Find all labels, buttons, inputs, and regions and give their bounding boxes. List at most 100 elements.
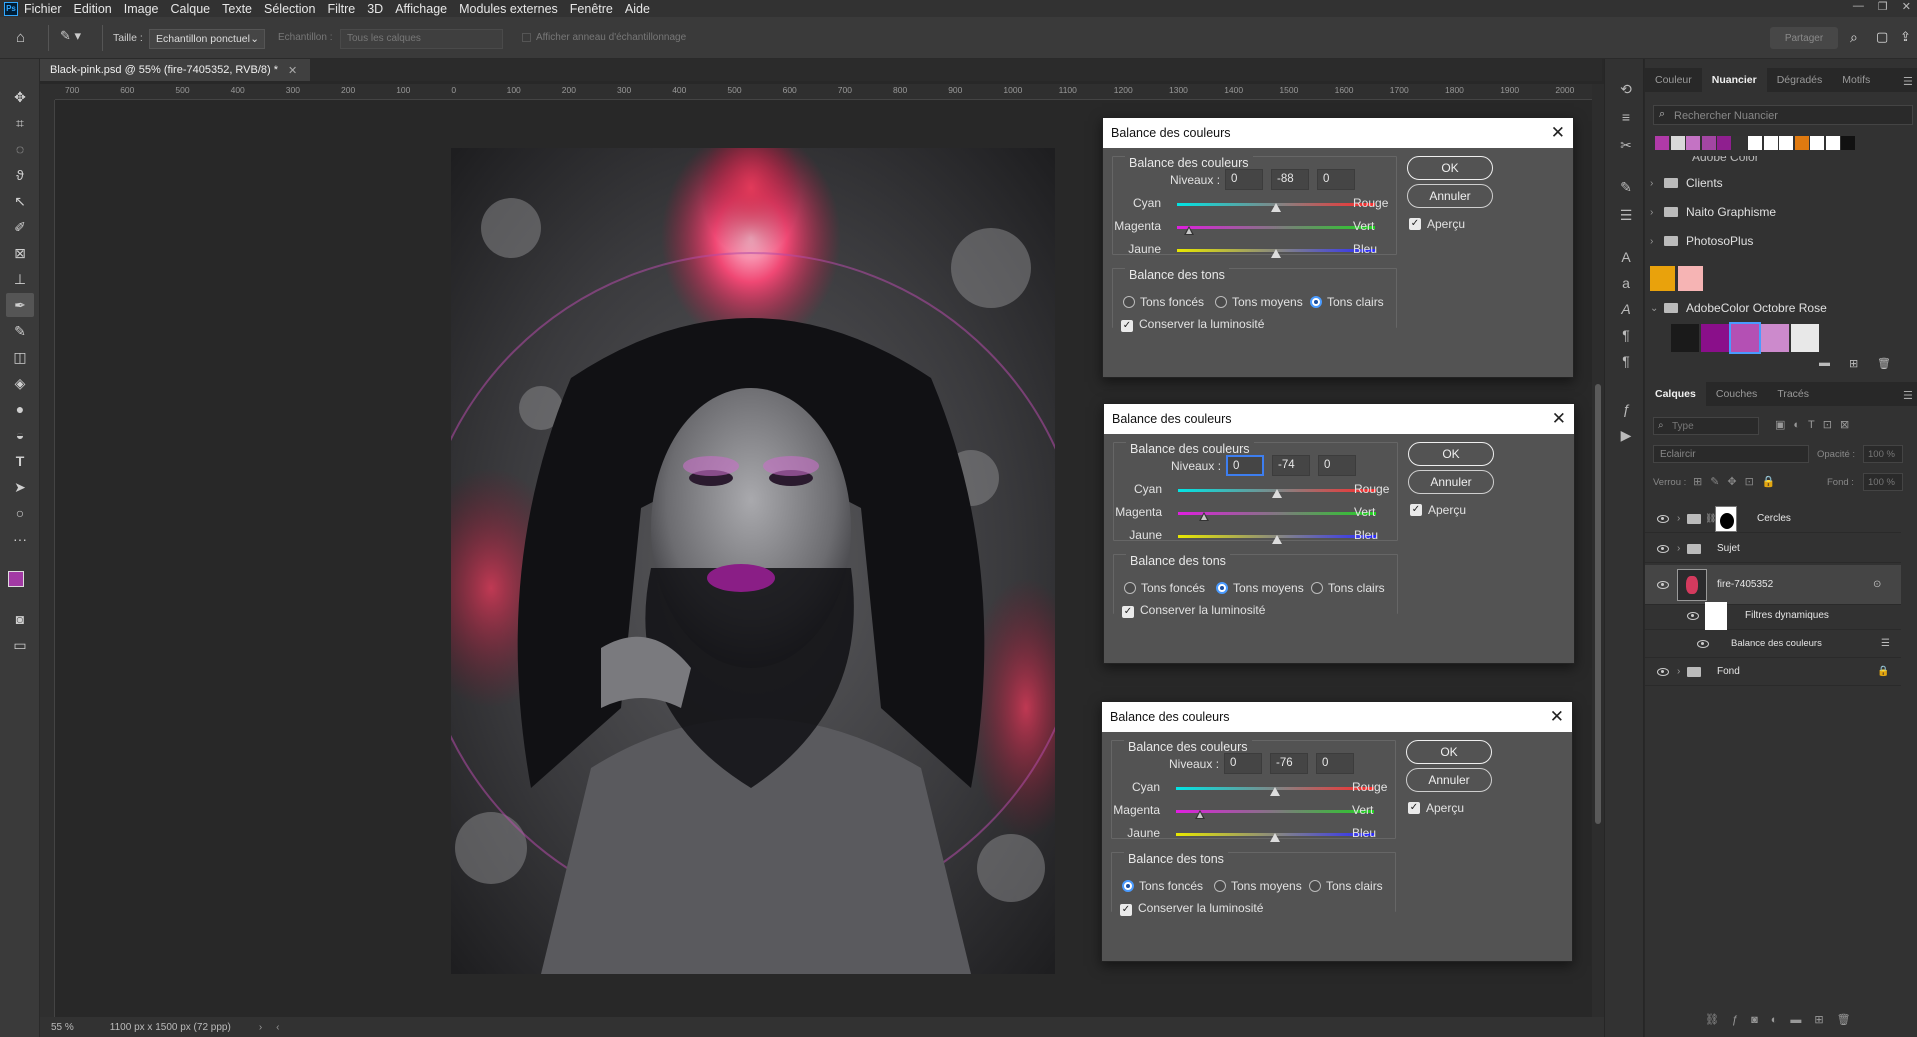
- loose-swatch-orange[interactable]: [1650, 266, 1675, 291]
- dodge-tool-icon[interactable]: ◒: [6, 423, 34, 447]
- close-icon[interactable]: ✕: [1552, 409, 1566, 429]
- smart-object-icon[interactable]: ⊙: [1873, 579, 1881, 590]
- actions-play-icon[interactable]: ▶: [1617, 427, 1635, 445]
- group-swatch[interactable]: [1701, 324, 1729, 352]
- level-input-3[interactable]: 0: [1316, 753, 1354, 774]
- layers-tab-3[interactable]: Tracés: [1767, 382, 1819, 406]
- screen-mode-icon[interactable]: ▭: [6, 633, 34, 657]
- artwork-image[interactable]: [451, 148, 1055, 974]
- close-window-icon[interactable]: ✕: [1902, 0, 1911, 13]
- tools-panel-icon[interactable]: ✂: [1617, 137, 1635, 155]
- menu-selection[interactable]: Sélection: [264, 2, 315, 16]
- swatch[interactable]: [1701, 136, 1716, 150]
- color-slider-2[interactable]: [1177, 226, 1375, 229]
- opacity-input[interactable]: 100 %: [1863, 445, 1903, 463]
- new-group-icon[interactable]: ▬: [1819, 357, 1830, 369]
- menu-fichier[interactable]: Fichier: [24, 2, 62, 16]
- adjustments-icon[interactable]: ≡: [1617, 109, 1635, 127]
- menu-aide[interactable]: Aide: [625, 2, 650, 16]
- slider-knob[interactable]: [1198, 512, 1209, 521]
- swatch[interactable]: [1794, 136, 1809, 150]
- menu-fenetre[interactable]: Fenêtre: [570, 2, 613, 16]
- paint-bucket-tool-icon[interactable]: ◈: [6, 371, 34, 395]
- lock-icon[interactable]: 🔒: [1877, 666, 1889, 677]
- chevron-right-icon[interactable]: ›: [1677, 666, 1680, 677]
- fx-icon[interactable]: ƒ: [1617, 401, 1635, 419]
- layer-filter-icons[interactable]: ▣◐T⊡⊠: [1775, 418, 1857, 431]
- swatches-tab-4[interactable]: Motifs: [1832, 68, 1880, 92]
- history-icon[interactable]: ⟲: [1617, 81, 1635, 99]
- vertical-ruler[interactable]: [40, 100, 55, 1017]
- layers-tab-1[interactable]: Calques: [1645, 382, 1706, 406]
- filter-options-icon[interactable]: ☰: [1881, 638, 1890, 649]
- properties-icon[interactable]: ☰: [1617, 207, 1635, 225]
- chevron-right-icon[interactable]: ›: [259, 1022, 262, 1033]
- sample-select[interactable]: Tous les calques: [340, 29, 503, 49]
- group-swatch[interactable]: [1761, 324, 1789, 352]
- tone-radio-3[interactable]: [1311, 582, 1323, 594]
- new-swatch-icon[interactable]: ⊞: [1849, 357, 1858, 370]
- tone-radio-1[interactable]: [1122, 880, 1134, 892]
- menu-texte[interactable]: Texte: [222, 2, 252, 16]
- chevron-left-icon[interactable]: ‹: [276, 1022, 279, 1033]
- slider-knob[interactable]: [1271, 203, 1281, 212]
- preserve-checkbox[interactable]: ✓: [1121, 320, 1133, 332]
- paragraph-styles-icon[interactable]: ¶: [1617, 353, 1635, 371]
- slider-knob[interactable]: [1272, 535, 1282, 544]
- share-button[interactable]: Partager: [1770, 27, 1838, 49]
- eye-icon[interactable]: [1687, 611, 1699, 620]
- size-select[interactable]: Echantillon ponctuel ⌄: [149, 29, 265, 49]
- minimize-icon[interactable]: —: [1853, 0, 1864, 13]
- tone-radio-3[interactable]: [1309, 880, 1321, 892]
- slider-knob[interactable]: [1272, 489, 1282, 498]
- swatch-group-2[interactable]: › Naito Graphisme: [1650, 199, 1906, 225]
- brush-tool-icon[interactable]: ✎: [6, 319, 34, 343]
- eyedropper-tool-icon[interactable]: ✒: [6, 293, 34, 317]
- paragraph-icon[interactable]: ¶: [1617, 327, 1635, 345]
- level-input-3[interactable]: 0: [1317, 169, 1355, 190]
- lasso-tool-icon[interactable]: ϑ: [6, 163, 34, 187]
- swatch[interactable]: [1732, 136, 1747, 150]
- eye-icon[interactable]: [1657, 667, 1669, 676]
- tone-radio-1[interactable]: [1123, 296, 1135, 308]
- ok-button[interactable]: OK: [1408, 442, 1494, 466]
- document-tab[interactable]: Black-pink.psd @ 55% (fire-7405352, RVB/…: [40, 59, 310, 81]
- quick-select-tool-icon[interactable]: ✐: [6, 215, 34, 239]
- vertical-scrollbar[interactable]: [1592, 84, 1604, 1017]
- swatch[interactable]: [1686, 136, 1700, 150]
- swatch[interactable]: [1763, 136, 1778, 150]
- loose-swatch-pink[interactable]: [1678, 266, 1703, 291]
- character-icon[interactable]: A: [1617, 249, 1635, 267]
- menu-calque[interactable]: Calque: [171, 2, 211, 16]
- preserve-checkbox[interactable]: ✓: [1122, 606, 1134, 618]
- swatch[interactable]: [1717, 136, 1731, 150]
- type-tool-icon[interactable]: T: [6, 449, 34, 473]
- character-styles-icon[interactable]: A: [1617, 301, 1635, 319]
- search-icon[interactable]: ⌕: [1850, 29, 1858, 46]
- close-tab-icon[interactable]: ✕: [288, 64, 297, 77]
- slider-knob[interactable]: [1270, 787, 1280, 796]
- workspace-icon[interactable]: ▢: [1876, 29, 1888, 45]
- ok-button[interactable]: OK: [1406, 740, 1492, 764]
- brush-settings-icon[interactable]: ✎: [1617, 179, 1635, 197]
- eye-icon[interactable]: [1657, 580, 1669, 589]
- share-document-icon[interactable]: ⇪: [1900, 29, 1911, 45]
- restore-icon[interactable]: ❐: [1878, 0, 1888, 13]
- glyphs-icon[interactable]: a: [1617, 275, 1635, 293]
- photoshop-logo-icon[interactable]: Ps: [4, 1, 18, 16]
- level-input-1[interactable]: 0: [1224, 753, 1262, 774]
- close-icon[interactable]: ✕: [1550, 707, 1564, 727]
- tone-radio-1[interactable]: [1124, 582, 1136, 594]
- lock-icons[interactable]: ⊞✎✥⊡🔒: [1693, 475, 1784, 488]
- frame-tool-icon[interactable]: ⊠: [6, 241, 34, 265]
- layer-row-5[interactable]: Balance des couleurs ☰: [1645, 630, 1901, 658]
- level-input-2[interactable]: -76: [1270, 753, 1308, 774]
- menu-filtre[interactable]: Filtre: [327, 2, 355, 16]
- filter-mask-thumbnail[interactable]: [1705, 602, 1727, 630]
- color-slider-2[interactable]: [1176, 810, 1374, 813]
- group-swatch[interactable]: [1729, 322, 1761, 354]
- slider-knob[interactable]: [1270, 833, 1280, 842]
- chevron-right-icon[interactable]: ›: [1677, 513, 1680, 524]
- level-input-1[interactable]: 0: [1226, 455, 1264, 476]
- blend-mode-select[interactable]: Eclaircir: [1653, 445, 1809, 463]
